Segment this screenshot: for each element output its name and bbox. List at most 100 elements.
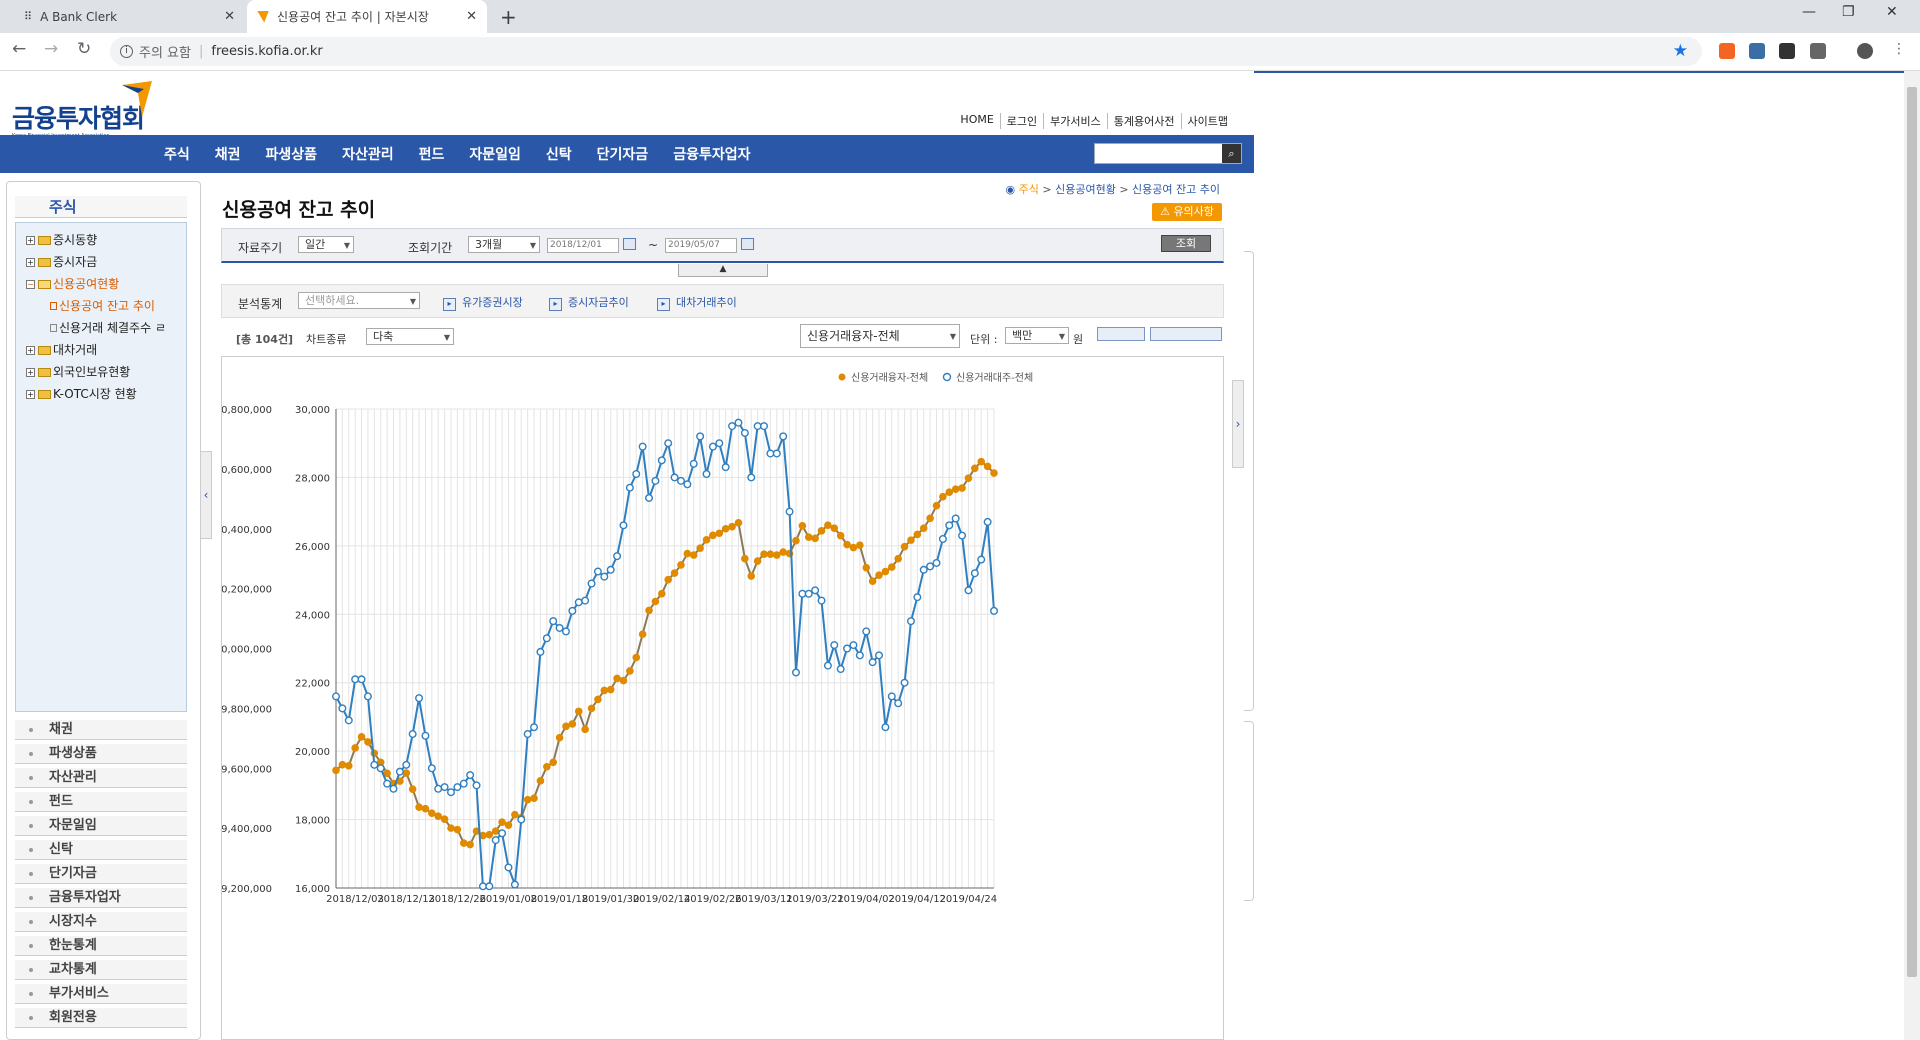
reload-icon[interactable]: ↻ xyxy=(77,39,91,59)
tab-close-icon[interactable]: ✕ xyxy=(224,9,235,24)
lnb-menu-trust[interactable]: 신탁 xyxy=(15,840,187,860)
address-bar[interactable]: i 주의 요함 | freesis.kofia.or.kr ★ xyxy=(110,37,1702,66)
series-point-2 xyxy=(485,882,494,891)
kofia-logo[interactable]: 금융투자협회 Korea Financial Investment Associ… xyxy=(12,77,152,139)
lnb-menu-bond[interactable]: 채권 xyxy=(15,720,187,740)
tree-item-foreign[interactable]: + 외국인보유현황 xyxy=(26,363,130,380)
tree-item-market-trend[interactable]: + 증시동향 xyxy=(26,231,97,248)
gnb-fund[interactable]: 펀드 xyxy=(419,144,445,164)
date-to-input[interactable]: 2019/05/07 xyxy=(665,238,737,253)
series-point-1 xyxy=(779,548,787,556)
gnb-bond[interactable]: 채권 xyxy=(215,144,241,164)
site-search-input[interactable] xyxy=(1094,143,1242,164)
lnb-menu-fund[interactable]: 펀드 xyxy=(15,792,187,812)
lnb-menu-derivatives[interactable]: 파생상품 xyxy=(15,744,187,764)
tree-subitem-credit-balance[interactable]: 신용공여 잔고 추이 xyxy=(50,297,155,314)
link-market-funds[interactable]: 증시자금추이 xyxy=(549,294,629,311)
gnb-shortterm[interactable]: 단기자금 xyxy=(597,144,649,164)
lnb-menu-firms[interactable]: 금융투자업자 xyxy=(15,888,187,908)
tab-kofia[interactable]: 신용공여 잔고 추이 | 자본시장 ✕ xyxy=(247,0,487,33)
calendar-icon[interactable] xyxy=(741,238,754,250)
query-button[interactable]: 조회 xyxy=(1161,235,1211,252)
lnb-menu-index[interactable]: 시장지수 xyxy=(15,912,187,932)
new-tab-button[interactable]: + xyxy=(500,5,517,29)
scrollbar-thumb[interactable] xyxy=(1907,87,1917,977)
util-extra[interactable]: 부가서비스 xyxy=(1043,113,1107,129)
maximize-button[interactable]: ❐ xyxy=(1842,4,1855,20)
tab-a-bank-clerk[interactable]: ⠿ A Bank Clerk ✕ xyxy=(14,0,245,33)
tab-close-icon[interactable]: ✕ xyxy=(466,9,477,24)
back-arrow-icon[interactable]: ← xyxy=(12,39,26,59)
series-select[interactable]: 신용거래융자-전체 xyxy=(800,324,960,348)
gnb-stock[interactable]: 주식 xyxy=(164,144,190,164)
collapse-left-icon[interactable]: ‹ xyxy=(200,451,212,539)
extension-icon[interactable] xyxy=(1719,43,1735,59)
gnb-firms[interactable]: 금융투자업자 xyxy=(673,144,750,164)
series-point-2 xyxy=(926,562,935,571)
expand-icon[interactable]: + xyxy=(26,368,35,377)
table-view-icon[interactable] xyxy=(1150,327,1222,341)
expand-icon[interactable]: + xyxy=(26,236,35,245)
expand-right-icon[interactable]: › xyxy=(1232,380,1244,468)
notice-button[interactable]: ⚠ 유의사항 xyxy=(1152,203,1222,221)
extension-icon[interactable] xyxy=(1779,43,1795,59)
series-point-2 xyxy=(517,815,526,824)
expand-icon[interactable]: + xyxy=(26,346,35,355)
lnb-menu-cross[interactable]: 교차통계 xyxy=(15,960,187,980)
analysis-select[interactable]: 선택하세요. xyxy=(298,292,420,309)
forward-arrow-icon[interactable]: → xyxy=(44,39,58,59)
expand-icon[interactable]: + xyxy=(26,258,35,267)
calendar-icon[interactable] xyxy=(623,238,636,250)
tree-item-credit[interactable]: − 신용공여현황 xyxy=(26,275,119,292)
series-point-1 xyxy=(562,722,570,731)
util-login[interactable]: 로그인 xyxy=(999,113,1043,129)
minimize-button[interactable]: — xyxy=(1802,4,1816,20)
lnb-menu-extra[interactable]: 부가서비스 xyxy=(15,984,187,1004)
gnb-derivatives[interactable]: 파생상품 xyxy=(266,144,318,164)
util-dictionary[interactable]: 통계용어사전 xyxy=(1106,113,1181,129)
fold-toggle-icon[interactable]: ▲ xyxy=(678,264,768,277)
range-select[interactable]: 3개월 xyxy=(468,236,540,253)
lnb-menu-advisory[interactable]: 자문일임 xyxy=(15,816,187,836)
util-sitemap[interactable]: 사이트맵 xyxy=(1180,113,1234,129)
search-icon[interactable]: ⌕ xyxy=(1222,144,1241,163)
chart-type-select[interactable]: 다축 xyxy=(366,328,454,345)
chart-view-icon[interactable] xyxy=(1097,327,1145,341)
series-point-2 xyxy=(600,572,609,581)
close-window-button[interactable]: ✕ xyxy=(1886,4,1898,20)
link-lending[interactable]: 대차거래추이 xyxy=(657,294,737,311)
util-home[interactable]: HOME xyxy=(954,113,999,129)
expand-icon[interactable]: + xyxy=(26,390,35,399)
lnb-menu-shortterm[interactable]: 단기자금 xyxy=(15,864,187,884)
period-select[interactable]: 일간 xyxy=(298,236,354,253)
lnb-menu-members[interactable]: 회원전용 xyxy=(15,1008,187,1028)
lnb-current-menu[interactable]: 주식 xyxy=(15,196,187,218)
lnb-menu-glance[interactable]: 한눈통계 xyxy=(15,936,187,956)
breadcrumb-item[interactable]: 신용공여현황 xyxy=(1055,183,1116,196)
series-point-2 xyxy=(836,665,845,674)
breadcrumb-item[interactable]: 신용공여 잔고 추이 xyxy=(1132,183,1220,196)
tree-item-kotc[interactable]: + K-OTC시장 현황 xyxy=(26,385,137,402)
breadcrumb-item[interactable]: 주식 xyxy=(1019,183,1039,196)
gnb-trust[interactable]: 신탁 xyxy=(546,144,572,164)
lnb-menu-asset[interactable]: 자산관리 xyxy=(15,768,187,788)
y-right-tick-label: 20,000 xyxy=(295,747,330,758)
tree-item-market-funds[interactable]: + 증시자금 xyxy=(26,253,97,270)
tree-item-lending[interactable]: + 대차거래 xyxy=(26,341,97,358)
date-from-input[interactable]: 2018/12/01 xyxy=(547,238,619,253)
menu-kebab-icon[interactable]: ⋮ xyxy=(1892,41,1906,57)
y-right-tick-label: 22,000 xyxy=(295,679,330,690)
link-kospi[interactable]: 유가증권시장 xyxy=(443,294,523,311)
bookmark-star-icon[interactable]: ★ xyxy=(1673,41,1688,61)
tree-subitem-credit-trades[interactable]: 신용거래 체결주수 ㄹ xyxy=(50,319,166,336)
gnb-asset[interactable]: 자산관리 xyxy=(342,144,394,164)
page-scrollbar[interactable] xyxy=(1904,71,1920,1040)
y-right-tick-label: 24,000 xyxy=(295,610,330,621)
collapse-icon[interactable]: − xyxy=(26,280,35,289)
extension-icon[interactable] xyxy=(1749,43,1765,59)
unit-select[interactable]: 백만 xyxy=(1005,327,1069,344)
extension-icon[interactable] xyxy=(1810,43,1826,59)
y-left-tick-label: 9,200,000 xyxy=(222,884,272,895)
gnb-advisory[interactable]: 자문일임 xyxy=(469,144,521,164)
profile-avatar[interactable] xyxy=(1857,43,1873,59)
